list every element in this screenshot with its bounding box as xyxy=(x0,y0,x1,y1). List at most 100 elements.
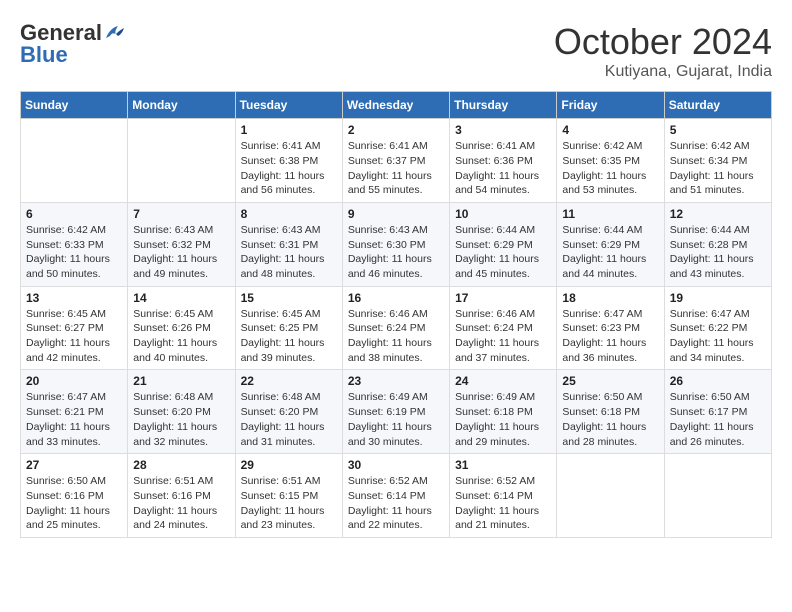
day-info: Sunrise: 6:42 AMSunset: 6:34 PMDaylight:… xyxy=(670,139,766,198)
day-number: 24 xyxy=(455,374,551,388)
calendar-day-header: Monday xyxy=(128,92,235,119)
day-info: Sunrise: 6:51 AMSunset: 6:15 PMDaylight:… xyxy=(241,474,337,533)
day-info: Sunrise: 6:46 AMSunset: 6:24 PMDaylight:… xyxy=(348,307,444,366)
calendar-day-header: Sunday xyxy=(21,92,128,119)
calendar-day-cell: 17 Sunrise: 6:46 AMSunset: 6:24 PMDayligh… xyxy=(450,286,557,370)
calendar-day-cell: 14Sunrise: 6:45 AMSunset: 6:26 PMDayligh… xyxy=(128,286,235,370)
day-info: Sunrise: 6:42 AMSunset: 6:35 PMDaylight:… xyxy=(562,139,658,198)
day-info: Sunrise: 6:52 AMSunset: 6:14 PMDaylight:… xyxy=(455,474,551,533)
day-info: Sunrise: 6:41 AMSunset: 6:37 PMDaylight:… xyxy=(348,139,444,198)
day-info: Sunrise: 6:45 AMSunset: 6:25 PMDaylight:… xyxy=(241,307,337,366)
day-info: Sunrise: 6:47 AMSunset: 6:23 PMDaylight:… xyxy=(562,307,658,366)
day-info: Sunrise: 6:50 AMSunset: 6:16 PMDaylight:… xyxy=(26,474,122,533)
day-number: 22 xyxy=(241,374,337,388)
month-title: October 2024 xyxy=(554,20,772,63)
day-info: Sunrise: 6:44 AMSunset: 6:29 PMDaylight:… xyxy=(562,223,658,282)
day-number: 10 xyxy=(455,207,551,221)
calendar-day-cell: 18Sunrise: 6:47 AMSunset: 6:23 PMDayligh… xyxy=(557,286,664,370)
day-number: 27 xyxy=(26,458,122,472)
day-info: Sunrise: 6:48 AMSunset: 6:20 PMDaylight:… xyxy=(241,390,337,449)
calendar-day-header: Thursday xyxy=(450,92,557,119)
calendar-table: SundayMondayTuesdayWednesdayThursdayFrid… xyxy=(20,91,772,538)
day-number: 2 xyxy=(348,123,444,137)
day-info: Sunrise: 6:48 AMSunset: 6:20 PMDaylight:… xyxy=(133,390,229,449)
day-info: Sunrise: 6:49 AMSunset: 6:18 PMDaylight:… xyxy=(455,390,551,449)
day-number: 11 xyxy=(562,207,658,221)
calendar-day-cell: 27 Sunrise: 6:50 AMSunset: 6:16 PMDayligh… xyxy=(21,454,128,538)
logo-blue-text: Blue xyxy=(20,42,68,68)
calendar-day-cell: 15 Sunrise: 6:45 AMSunset: 6:25 PMDayligh… xyxy=(235,286,342,370)
logo: General Blue xyxy=(20,20,126,68)
day-info: Sunrise: 6:46 AMSunset: 6:24 PMDaylight:… xyxy=(455,307,551,366)
day-number: 17 xyxy=(455,291,551,305)
calendar-day-cell: 24 Sunrise: 6:49 AMSunset: 6:18 PMDayligh… xyxy=(450,370,557,454)
calendar-day-cell: 25Sunrise: 6:50 AMSunset: 6:18 PMDayligh… xyxy=(557,370,664,454)
day-info: Sunrise: 6:47 AMSunset: 6:22 PMDaylight:… xyxy=(670,307,766,366)
day-number: 12 xyxy=(670,207,766,221)
calendar-day-cell: 5 Sunrise: 6:42 AMSunset: 6:34 PMDaylight… xyxy=(664,119,771,203)
day-number: 6 xyxy=(26,207,122,221)
calendar-day-cell: 19 Sunrise: 6:47 AMSunset: 6:22 PMDayligh… xyxy=(664,286,771,370)
day-number: 1 xyxy=(241,123,337,137)
calendar-day-cell: 23 Sunrise: 6:49 AMSunset: 6:19 PMDayligh… xyxy=(342,370,449,454)
day-info: Sunrise: 6:41 AMSunset: 6:36 PMDaylight:… xyxy=(455,139,551,198)
day-info: Sunrise: 6:43 AMSunset: 6:32 PMDaylight:… xyxy=(133,223,229,282)
calendar-day-cell: 9Sunrise: 6:43 AMSunset: 6:30 PMDaylight… xyxy=(342,202,449,286)
calendar-day-cell xyxy=(557,454,664,538)
day-number: 31 xyxy=(455,458,551,472)
calendar-day-cell: 28Sunrise: 6:51 AMSunset: 6:16 PMDayligh… xyxy=(128,454,235,538)
calendar-day-cell: 12Sunrise: 6:44 AMSunset: 6:28 PMDayligh… xyxy=(664,202,771,286)
location: Kutiyana, Gujarat, India xyxy=(554,63,772,81)
day-number: 4 xyxy=(562,123,658,137)
calendar-day-cell: 31 Sunrise: 6:52 AMSunset: 6:14 PMDayligh… xyxy=(450,454,557,538)
title-section: October 2024 Kutiyana, Gujarat, India xyxy=(554,20,772,81)
day-info: Sunrise: 6:50 AMSunset: 6:17 PMDaylight:… xyxy=(670,390,766,449)
day-info: Sunrise: 6:45 AMSunset: 6:27 PMDaylight:… xyxy=(26,307,122,366)
day-number: 20 xyxy=(26,374,122,388)
calendar-week-row: 6 Sunrise: 6:42 AMSunset: 6:33 PMDaylight… xyxy=(21,202,772,286)
calendar-day-cell: 6 Sunrise: 6:42 AMSunset: 6:33 PMDaylight… xyxy=(21,202,128,286)
calendar-day-cell: 30 Sunrise: 6:52 AMSunset: 6:14 PMDayligh… xyxy=(342,454,449,538)
calendar-day-cell: 11 Sunrise: 6:44 AMSunset: 6:29 PMDayligh… xyxy=(557,202,664,286)
page-header: General Blue October 2024 Kutiyana, Guja… xyxy=(20,20,772,81)
calendar-day-cell xyxy=(128,119,235,203)
calendar-day-cell: 7 Sunrise: 6:43 AMSunset: 6:32 PMDaylight… xyxy=(128,202,235,286)
calendar-day-cell: 1 Sunrise: 6:41 AMSunset: 6:38 PMDaylight… xyxy=(235,119,342,203)
calendar-day-header: Wednesday xyxy=(342,92,449,119)
day-info: Sunrise: 6:52 AMSunset: 6:14 PMDaylight:… xyxy=(348,474,444,533)
calendar-day-cell: 13 Sunrise: 6:45 AMSunset: 6:27 PMDayligh… xyxy=(21,286,128,370)
day-info: Sunrise: 6:51 AMSunset: 6:16 PMDaylight:… xyxy=(133,474,229,533)
calendar-day-cell: 26Sunrise: 6:50 AMSunset: 6:17 PMDayligh… xyxy=(664,370,771,454)
day-info: Sunrise: 6:47 AMSunset: 6:21 PMDaylight:… xyxy=(26,390,122,449)
day-info: Sunrise: 6:41 AMSunset: 6:38 PMDaylight:… xyxy=(241,139,337,198)
day-number: 25 xyxy=(562,374,658,388)
calendar-day-cell xyxy=(21,119,128,203)
day-number: 9 xyxy=(348,207,444,221)
day-number: 3 xyxy=(455,123,551,137)
day-number: 23 xyxy=(348,374,444,388)
day-number: 15 xyxy=(241,291,337,305)
day-number: 19 xyxy=(670,291,766,305)
calendar-day-cell: 8Sunrise: 6:43 AMSunset: 6:31 PMDaylight… xyxy=(235,202,342,286)
calendar-week-row: 13 Sunrise: 6:45 AMSunset: 6:27 PMDayligh… xyxy=(21,286,772,370)
day-number: 7 xyxy=(133,207,229,221)
day-info: Sunrise: 6:42 AMSunset: 6:33 PMDaylight:… xyxy=(26,223,122,282)
calendar-week-row: 27 Sunrise: 6:50 AMSunset: 6:16 PMDayligh… xyxy=(21,454,772,538)
day-number: 29 xyxy=(241,458,337,472)
calendar-day-cell: 21 Sunrise: 6:48 AMSunset: 6:20 PMDayligh… xyxy=(128,370,235,454)
day-info: Sunrise: 6:49 AMSunset: 6:19 PMDaylight:… xyxy=(348,390,444,449)
day-number: 5 xyxy=(670,123,766,137)
day-number: 21 xyxy=(133,374,229,388)
day-info: Sunrise: 6:43 AMSunset: 6:31 PMDaylight:… xyxy=(241,223,337,282)
calendar-day-cell: 29 Sunrise: 6:51 AMSunset: 6:15 PMDayligh… xyxy=(235,454,342,538)
calendar-day-cell: 10Sunrise: 6:44 AMSunset: 6:29 PMDayligh… xyxy=(450,202,557,286)
calendar-day-header: Friday xyxy=(557,92,664,119)
day-number: 14 xyxy=(133,291,229,305)
calendar-day-cell: 20 Sunrise: 6:47 AMSunset: 6:21 PMDayligh… xyxy=(21,370,128,454)
calendar-week-row: 1 Sunrise: 6:41 AMSunset: 6:38 PMDaylight… xyxy=(21,119,772,203)
day-number: 30 xyxy=(348,458,444,472)
day-number: 13 xyxy=(26,291,122,305)
calendar-day-cell: 2 Sunrise: 6:41 AMSunset: 6:37 PMDaylight… xyxy=(342,119,449,203)
calendar-day-cell: 4 Sunrise: 6:42 AMSunset: 6:35 PMDaylight… xyxy=(557,119,664,203)
calendar-header-row: SundayMondayTuesdayWednesdayThursdayFrid… xyxy=(21,92,772,119)
